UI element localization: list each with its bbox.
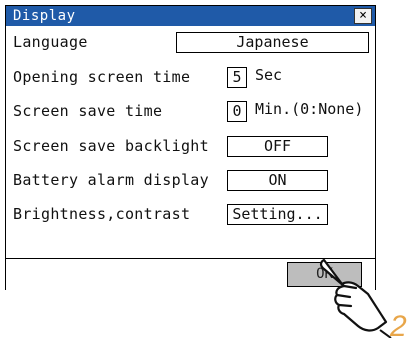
opening-screen-time-label: Opening screen time <box>13 68 191 86</box>
dialog-title: Display <box>13 8 76 24</box>
brightness-contrast-button[interactable]: Setting... <box>227 204 328 225</box>
screen-save-time-unit: Min.(0:None) <box>255 100 364 118</box>
screen-save-time-field[interactable]: 0 <box>227 101 247 122</box>
language-field[interactable]: Japanese <box>176 32 369 53</box>
language-label: Language <box>13 33 88 51</box>
close-icon: × <box>359 8 367 23</box>
battery-alarm-display-button[interactable]: ON <box>227 170 328 191</box>
close-button[interactable]: × <box>354 8 372 24</box>
step-number-annotation: 2 <box>389 310 407 338</box>
brightness-contrast-label: Brightness,contrast <box>13 205 191 223</box>
opening-screen-time-field[interactable]: 5 <box>227 67 247 88</box>
opening-screen-time-unit: Sec <box>255 66 283 84</box>
battery-alarm-display-label: Battery alarm display <box>13 171 209 189</box>
screen-save-backlight-label: Screen save backlight <box>13 137 209 155</box>
display-dialog: Display × Language Japanese Opening scre… <box>5 5 376 290</box>
screen-save-time-label: Screen save time <box>13 102 163 120</box>
title-bar: Display × <box>6 6 375 26</box>
screen-save-backlight-button[interactable]: OFF <box>227 136 328 157</box>
pointing-hand-icon: 2 <box>319 258 407 338</box>
